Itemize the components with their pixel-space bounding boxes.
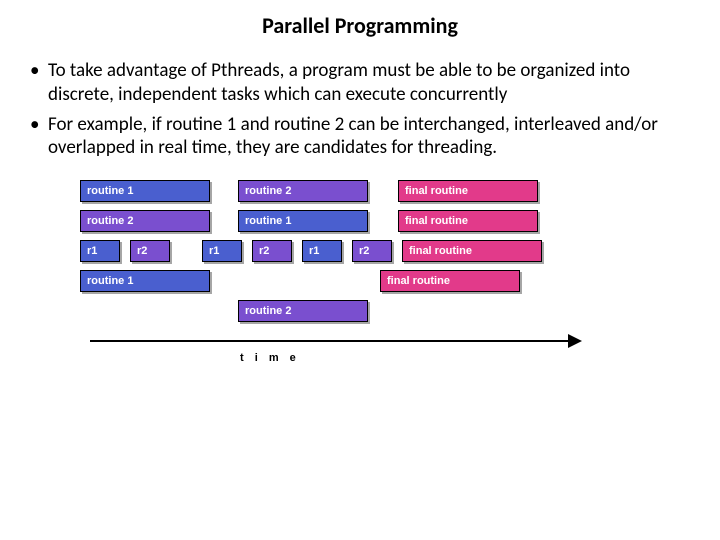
routine-block: final routine bbox=[398, 210, 538, 232]
routine-block: r2 bbox=[352, 240, 392, 262]
routine-block: r2 bbox=[252, 240, 292, 262]
diagram-row: r1 r2 r1 r2 r1 r2 final routine bbox=[80, 238, 600, 268]
arrow-line bbox=[90, 340, 570, 342]
routine-block: r2 bbox=[130, 240, 170, 262]
routine-block: final routine bbox=[402, 240, 542, 262]
threading-diagram: routine 1 routine 2 final routine routin… bbox=[80, 178, 600, 370]
routine-block: routine 1 bbox=[80, 180, 210, 202]
bullet-list: To take advantage of Pthreads, a program… bbox=[20, 59, 700, 160]
routine-block: r1 bbox=[80, 240, 120, 262]
diagram-row: routine 1 routine 2 final routine bbox=[80, 178, 600, 208]
time-axis: t i m e bbox=[80, 336, 600, 370]
routine-block: r1 bbox=[302, 240, 342, 262]
page-title: Parallel Programming bbox=[20, 12, 700, 39]
bullet-item: To take advantage of Pthreads, a program… bbox=[48, 59, 700, 107]
routine-block: routine 1 bbox=[238, 210, 368, 232]
routine-block: routine 2 bbox=[80, 210, 210, 232]
arrow-icon bbox=[568, 334, 582, 348]
time-label: t i m e bbox=[240, 352, 300, 364]
routine-block: r1 bbox=[202, 240, 242, 262]
routine-block: final routine bbox=[380, 270, 520, 292]
routine-block: final routine bbox=[398, 180, 538, 202]
diagram-row: routine 1 final routine bbox=[80, 268, 600, 298]
routine-block: routine 2 bbox=[238, 180, 368, 202]
routine-block: routine 1 bbox=[80, 270, 210, 292]
diagram-row: routine 2 routine 1 final routine bbox=[80, 208, 600, 238]
bullet-item: For example, if routine 1 and routine 2 … bbox=[48, 113, 700, 161]
routine-block: routine 2 bbox=[238, 300, 368, 322]
diagram-row: routine 2 bbox=[80, 298, 600, 328]
